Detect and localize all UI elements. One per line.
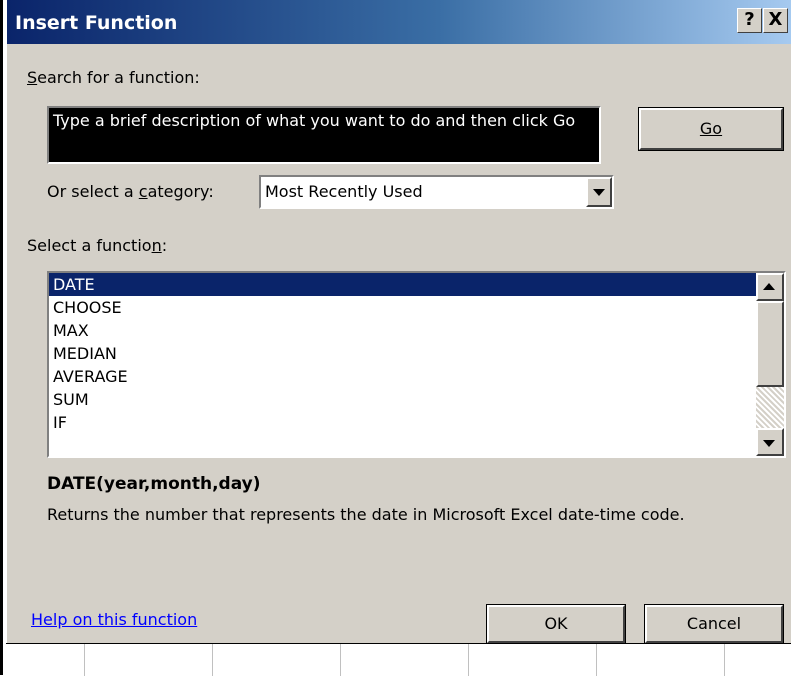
grid-line [84, 644, 85, 676]
insert-function-dialog: Insert Function ? X Search for a functio… [6, 0, 791, 644]
spreadsheet-grid [6, 643, 791, 676]
list-item-median[interactable]: MEDIAN [49, 342, 756, 365]
search-input[interactable]: Type a brief description of what you wan… [47, 106, 601, 164]
grid-line [468, 644, 469, 676]
list-item-date[interactable]: DATE [49, 273, 756, 296]
search-label: Search for a function: [27, 68, 200, 87]
chevron-down-icon[interactable] [586, 177, 612, 207]
title-bar[interactable]: Insert Function ? X [7, 0, 791, 44]
list-item-choose[interactable]: CHOOSE [49, 296, 756, 319]
function-list: DATE CHOOSE MAX MEDIAN AVERAGE SUM IF [49, 273, 756, 434]
scrollbar-thumb[interactable] [756, 301, 784, 387]
list-item-max[interactable]: MAX [49, 319, 756, 342]
list-item-average[interactable]: AVERAGE [49, 365, 756, 388]
dialog-title: Insert Function [15, 12, 178, 34]
help-on-function-link[interactable]: Help on this function [31, 610, 197, 629]
ok-button[interactable]: OK [486, 604, 626, 644]
scrollbar[interactable] [756, 273, 784, 456]
search-label-text: earch for a function: [37, 68, 200, 87]
category-select[interactable]: Most Recently Used [259, 175, 614, 209]
category-selected-value: Most Recently Used [265, 182, 423, 201]
scroll-up-icon[interactable] [756, 273, 784, 301]
function-list-label: Select a function: [27, 236, 168, 255]
function-syntax: DATE(year,month,day) [47, 474, 261, 494]
grid-line [340, 644, 341, 676]
grid-line [724, 644, 725, 676]
window-edge [0, 0, 3, 675]
function-description: Returns the number that represents the d… [47, 505, 685, 524]
list-item-sum[interactable]: SUM [49, 388, 756, 411]
close-icon[interactable]: X [763, 8, 788, 33]
cancel-button[interactable]: Cancel [644, 604, 784, 644]
go-button-label: Go [699, 119, 723, 138]
list-item-if[interactable]: IF [49, 411, 756, 434]
category-label: Or select a category: [47, 182, 214, 201]
go-button[interactable]: Go [638, 107, 784, 151]
scroll-down-icon[interactable] [756, 428, 784, 456]
grid-line [212, 644, 213, 676]
grid-line [596, 644, 597, 676]
function-listbox[interactable]: DATE CHOOSE MAX MEDIAN AVERAGE SUM IF [47, 271, 786, 458]
help-icon[interactable]: ? [737, 8, 762, 33]
